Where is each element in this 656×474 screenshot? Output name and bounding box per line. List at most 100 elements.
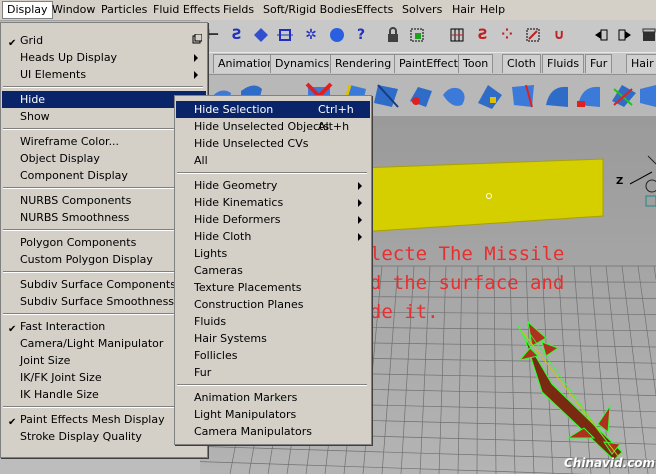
menu-help[interactable]: Help [476,2,509,18]
menu-item-hide-selection[interactable]: Hide Selection Ctrl+h [176,101,370,118]
curve-snap-red-icon[interactable]: Ƨ [472,24,494,46]
menu-item-hide-kinematics[interactable]: Hide Kinematics [176,194,370,211]
menu-item-label: Lights [194,247,228,260]
menu-item-hair-systems[interactable]: Hair Systems [176,330,370,347]
menu-item-heads-up-display[interactable]: Heads Up Display [2,49,206,66]
help-icon[interactable]: ? [350,24,372,46]
menu-item-label: NURBS Smoothness [20,211,130,224]
snap-point-icon[interactable]: ✲ [300,24,322,46]
menu-item-all[interactable]: All [176,152,370,169]
menu-item-label: Fluids [194,315,227,328]
shelf-tool-9-icon[interactable] [474,81,504,111]
menu-item-label: Hide [20,93,46,106]
menu-separator [3,313,203,315]
menu-solvers[interactable]: Solvers [398,2,446,18]
menu-item-hide-unselected-cvs[interactable]: Hide Unselected CVs [176,135,370,152]
history-grid-icon[interactable] [446,24,468,46]
shelf-tab-fur[interactable]: Fur [585,54,613,73]
menu-soft-rigid-bodies[interactable]: Soft/Rigid Bodies [259,2,360,18]
menu-item-label: NURBS Components [20,194,132,207]
menu-particles[interactable]: Particles [97,2,151,18]
menu-item-label: UI Elements [20,68,87,81]
menu-item-texture-placements[interactable]: Texture Placements [176,279,370,296]
lock-icon[interactable] [382,24,404,46]
shelf-tool-8-icon[interactable] [440,81,470,111]
shelf-tool-10-icon[interactable] [508,81,538,111]
snap-grid-icon[interactable] [274,24,296,46]
shelf-tab-toon[interactable]: Toon [458,54,494,73]
menu-separator [3,229,203,231]
snap-surface-icon[interactable] [250,24,272,46]
watermark: Chinavid.com [564,456,656,470]
menu-item-label: Cameras [194,264,243,277]
menu-separator [177,172,367,174]
menu-item-lights[interactable]: Lights [176,245,370,262]
menu-item-label: Joint Size [20,354,71,367]
menu-item-label: Heads Up Display [20,51,118,64]
menu-item-follicles[interactable]: Follicles [176,347,370,364]
submenu-arrow-icon [194,71,198,79]
option-box-icon[interactable] [192,32,203,49]
menu-item-construction-planes[interactable]: Construction Planes [176,296,370,313]
menu-separator [3,406,203,408]
point-snap-red-icon[interactable]: ⁘ [496,24,518,46]
menu-separator [3,187,203,189]
menu-item-camera-manipulators[interactable]: Camera Manipulators [176,423,370,440]
menu-item-cameras[interactable]: Cameras [176,262,370,279]
menu-item-hide-geometry[interactable]: Hide Geometry [176,177,370,194]
menu-item-label: Hair Systems [194,332,267,345]
snap-view-icon[interactable] [326,24,348,46]
shelf-tool-11-icon[interactable] [542,81,572,111]
menu-item-label: Grid [20,34,44,47]
shelf-tab-cloth[interactable]: Cloth [502,54,541,73]
magnet-icon[interactable]: ∪ [548,24,570,46]
menu-item-light-manipulators[interactable]: Light Manipulators [176,406,370,423]
input-arrow-icon[interactable] [590,24,612,46]
select-highlight-icon[interactable] [406,24,428,46]
menu-item-label: IK Handle Size [20,388,99,401]
render-clapper-icon[interactable] [638,24,656,46]
shelf-tab-rendering[interactable]: Rendering [330,54,397,73]
menu-item-label: Animation Markers [194,391,298,404]
menu-item-fluids[interactable]: Fluids [176,313,370,330]
menu-item-hide-cloth[interactable]: Hide Cloth [176,228,370,245]
menu-item-grid[interactable]: ✔ Grid [2,32,206,49]
menu-fluid-effects[interactable]: Fluid Effects [149,2,224,18]
menu-item-label: IK/FK Joint Size [20,371,102,384]
shelf-tool-13-icon[interactable] [608,81,638,111]
menu-item-label: Stroke Display Quality [20,430,142,443]
menu-fields[interactable]: Fields [219,2,258,18]
menu-display[interactable]: Display [2,1,53,19]
menu-item-label: Show [20,110,50,123]
menu-item-label: Hide Deformers [194,213,281,226]
menu-window[interactable]: Window [48,2,99,18]
menu-item-hide-deformers[interactable]: Hide Deformers [176,211,370,228]
snap-curve-icon[interactable]: Ƨ [226,24,248,46]
output-arrow-icon[interactable] [614,24,636,46]
shelf-tab-fluids[interactable]: Fluids [542,54,585,73]
submenu-arrow-icon [358,216,362,224]
menu-item-label: Paint Effects Mesh Display [20,413,165,426]
menu-item-ui-elements[interactable]: UI Elements [2,66,206,83]
menu-separator [3,128,203,130]
menu-item-hide-unselected-objects[interactable]: Hide Unselected Objects Alt+h [176,118,370,135]
shelf-tab-dynamics[interactable]: Dynamics [270,54,335,73]
shelf-tool-12-icon[interactable] [574,81,604,111]
menu-item-label: Component Display [20,169,128,182]
selection-mask-icon[interactable] [522,24,544,46]
menu-item-animation-markers[interactable]: Animation Markers [176,389,370,406]
menu-effects[interactable]: Effects [352,2,397,18]
shelf-tool-6-icon[interactable] [372,81,402,111]
shelf-tab-hair[interactable]: Hair [626,54,656,73]
shelf-tool-7-icon[interactable] [406,81,436,111]
menubar: Display Window Particles Fluid Effects Field… [0,0,656,21]
annotation-line-3: Hide it. [347,301,439,323]
shelf-tool-14-icon[interactable] [636,81,656,111]
menu-item-label: Custom Polygon Display [20,253,153,266]
menu-item-label: Hide Unselected Objects [194,120,330,133]
menu-item-label: Hide Cloth [194,230,252,243]
menu-item-fur[interactable]: Fur [176,364,370,381]
shelf-tab-bar: Animation Dynamics Rendering PaintEffects To… [200,52,656,75]
menu-hair[interactable]: Hair [448,2,479,18]
menu-item-label: Texture Placements [194,281,302,294]
